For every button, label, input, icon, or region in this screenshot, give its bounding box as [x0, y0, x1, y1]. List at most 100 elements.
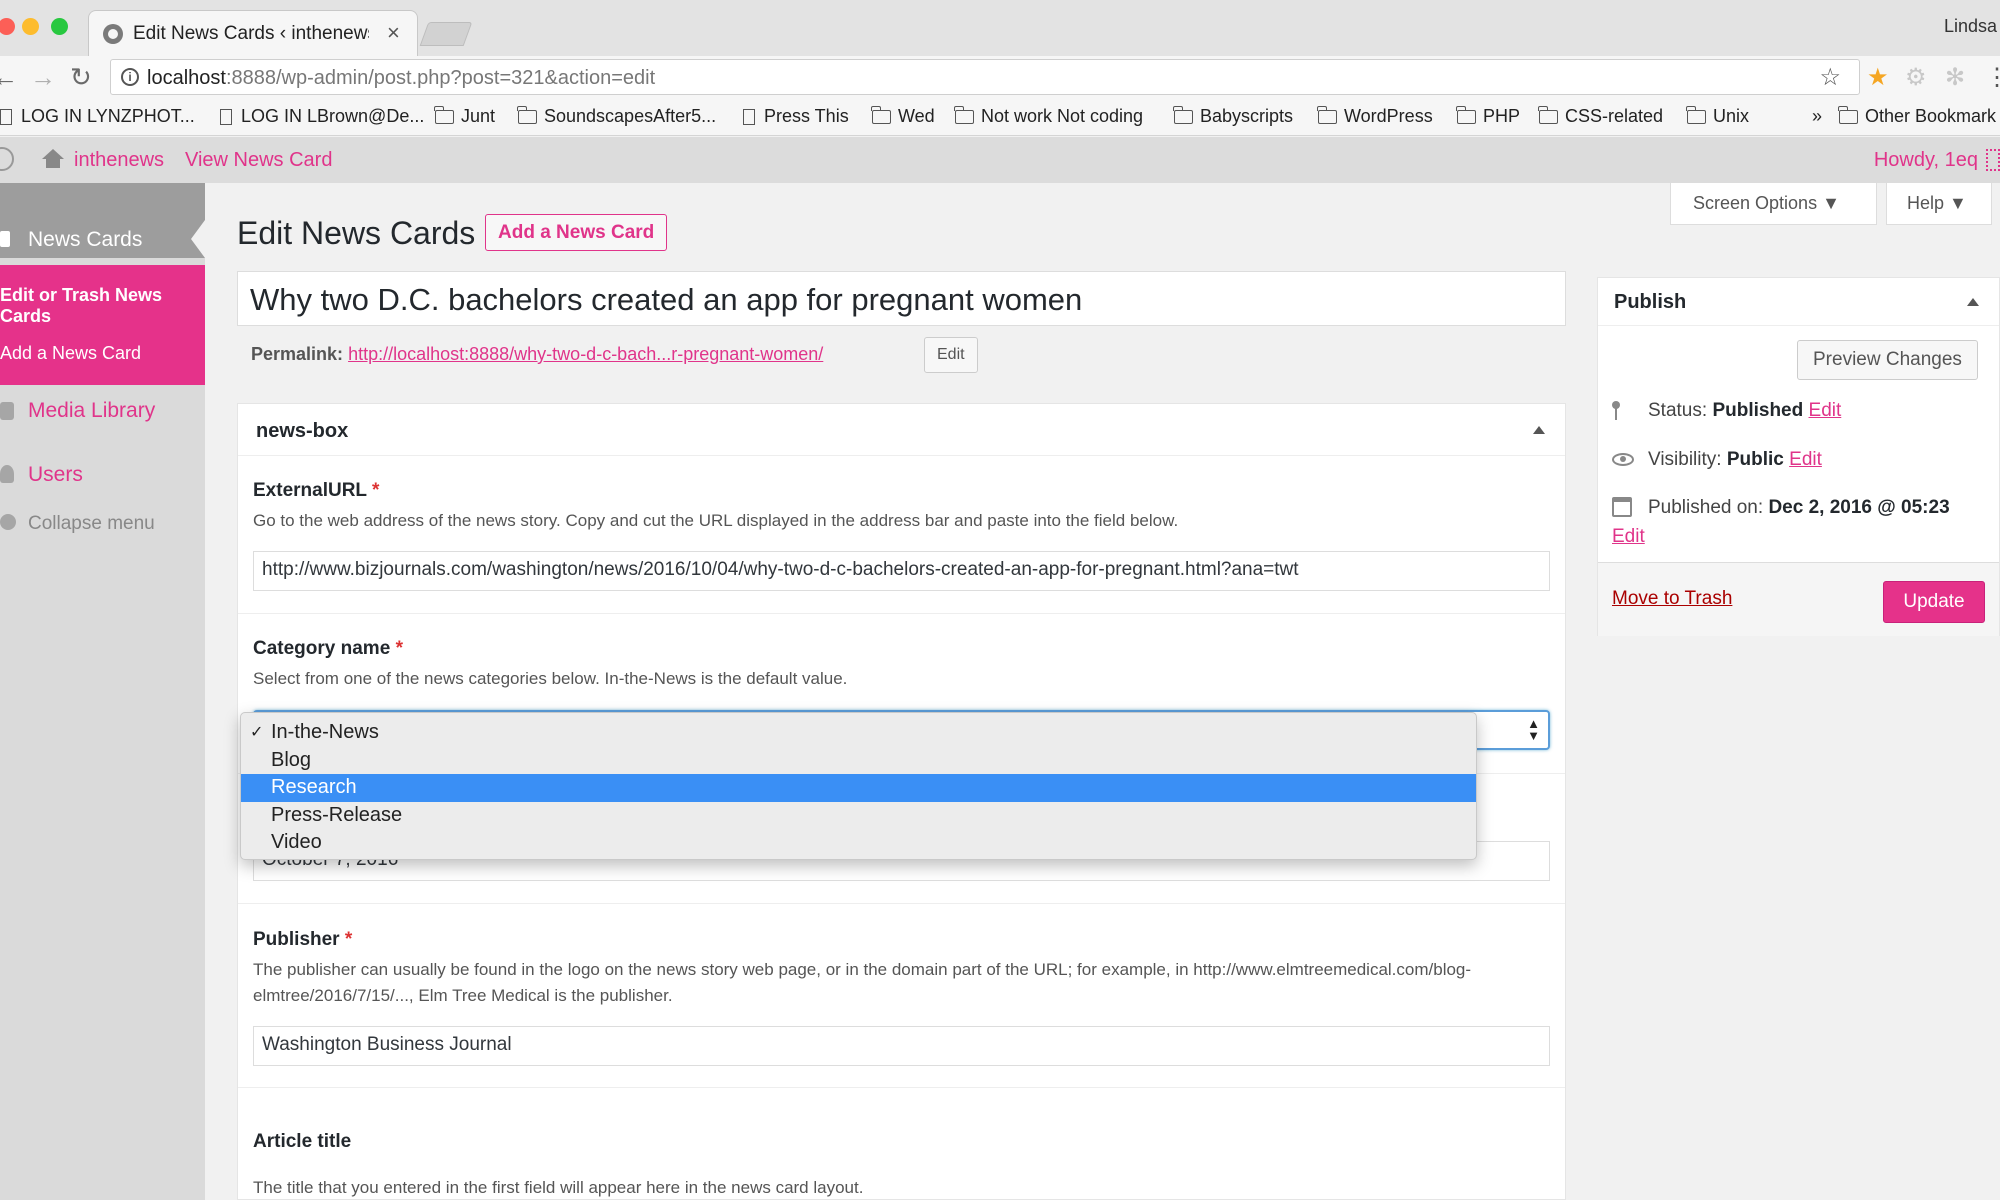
folder-icon: [1686, 105, 1706, 124]
permalink: Permalink: http://localhost:8888/why-two…: [251, 344, 824, 364]
bookmark-item[interactable]: CSS-related: [1538, 105, 1663, 127]
site-name-link[interactable]: inthenews: [74, 149, 164, 172]
address-bar[interactable]: i localhost:8888/wp-admin/post.php?post=…: [110, 59, 1860, 95]
eye-icon: [1612, 453, 1634, 466]
calendar-icon: [1612, 497, 1632, 517]
bookmark-item[interactable]: Press This: [743, 106, 849, 127]
browser-menu-icon[interactable]: ⋮: [1985, 63, 2000, 92]
new-tab-button[interactable]: [419, 22, 473, 46]
external-url-input[interactable]: http://www.bizjournals.com/washington/ne…: [253, 551, 1550, 591]
back-arrow-icon[interactable]: ←: [0, 62, 18, 93]
publish-actions: Move to Trash Update: [1598, 562, 1999, 636]
category-option-video[interactable]: Video: [241, 829, 1476, 857]
external-url-label: ExternalURL *: [253, 480, 380, 501]
publish-panel: Publish Preview Changes Status: Publishe…: [1597, 277, 2000, 636]
add-news-card-button[interactable]: Add a News Card: [485, 214, 668, 251]
folder-icon: [517, 105, 537, 124]
bookmark-item[interactable]: Babyscripts: [1173, 105, 1293, 127]
minimize-window-button[interactable]: [22, 18, 39, 35]
extension-snowflake-icon[interactable]: ✻: [1945, 63, 1965, 92]
extension-gear-icon[interactable]: ⚙: [1905, 63, 1927, 92]
divider: [238, 1087, 1565, 1088]
permalink-url[interactable]: http://localhost:8888/why-two-d-c-bach..…: [348, 344, 823, 364]
category-option-press-release[interactable]: Press-Release: [241, 802, 1476, 830]
home-icon[interactable]: [42, 149, 64, 168]
page-title: Edit News Cards: [237, 215, 476, 251]
collapse-icon[interactable]: [0, 514, 16, 530]
folder-icon: [871, 105, 891, 124]
bookmark-item[interactable]: Not work Not coding: [954, 105, 1143, 127]
sidebar-item-media-library[interactable]: Media Library: [28, 399, 155, 423]
bookmark-star-icon[interactable]: ☆: [1819, 63, 1841, 92]
divider: [238, 613, 1565, 614]
published-on-edit-link[interactable]: Edit: [1612, 526, 1645, 548]
sidebar-item-news-cards[interactable]: News Cards: [0, 183, 205, 258]
howdy-user[interactable]: Howdy, 1eq: [1874, 149, 1978, 172]
category-dropdown-list: ✓ In-the-News Blog Research Press-Release…: [240, 712, 1477, 860]
checkmark-icon: ✓: [250, 724, 264, 741]
category-option-in-the-news[interactable]: ✓ In-the-News: [241, 719, 1476, 747]
publish-title: Publish: [1614, 291, 1687, 313]
wordpress-logo-icon[interactable]: [0, 147, 14, 171]
page-icon: [220, 108, 232, 125]
publisher-input[interactable]: Washington Business Journal: [253, 1026, 1550, 1066]
publisher-label: Publisher *: [253, 929, 353, 950]
view-news-card-link[interactable]: View News Card: [185, 149, 332, 172]
collapse-panel-icon[interactable]: [1967, 298, 1979, 306]
sidebar-item-users[interactable]: Users: [28, 463, 83, 487]
bookmark-item[interactable]: LOG IN LBrown@De...: [220, 106, 424, 127]
folder-icon: [1838, 105, 1858, 124]
screen-options-button[interactable]: Screen Options ▼: [1670, 183, 1877, 225]
bookmarks-overflow-button[interactable]: »: [1812, 106, 1822, 127]
tab-title: Edit News Cards ‹ inthenews —: [133, 23, 369, 44]
news-box-header[interactable]: news-box: [238, 404, 1565, 456]
bookmarks-bar: LOG IN LYNZPHOT... LOG IN LBrown@De... J…: [0, 100, 2000, 136]
category-name-label: Category name *: [253, 638, 403, 659]
submenu-edit-or-trash[interactable]: Edit or Trash News Cards: [0, 285, 200, 327]
url-text: localhost:8888/wp-admin/post.php?post=32…: [147, 67, 656, 89]
category-option-research[interactable]: Research: [241, 774, 1476, 802]
publish-header[interactable]: Publish: [1598, 278, 1999, 326]
bookmark-item[interactable]: LOG IN LYNZPHOT...: [0, 106, 195, 127]
collapse-panel-icon[interactable]: [1533, 426, 1545, 434]
category-description: Select from one of the news categories b…: [253, 669, 848, 688]
bookmark-item[interactable]: SoundscapesAfter5...: [517, 105, 716, 127]
permalink-edit-button[interactable]: Edit: [924, 337, 978, 373]
profile-name[interactable]: Lindsa: [1944, 16, 2000, 37]
news-box-title: news-box: [256, 420, 349, 442]
preview-changes-button[interactable]: Preview Changes: [1797, 340, 1978, 380]
collapse-menu-button[interactable]: Collapse menu: [28, 513, 155, 535]
bookmark-item[interactable]: Wed: [871, 105, 935, 127]
post-title-input[interactable]: Why two D.C. bachelors created an app fo…: [237, 271, 1566, 326]
close-tab-icon[interactable]: ×: [387, 20, 400, 46]
pin-icon: [1612, 401, 1620, 420]
bookmark-item[interactable]: WordPress: [1317, 105, 1433, 127]
browser-tabstrip: Edit News Cards ‹ inthenews — × Lindsa: [0, 0, 2000, 56]
help-button[interactable]: Help ▼: [1886, 183, 1992, 225]
zoom-window-button[interactable]: [51, 18, 68, 35]
move-to-trash-link[interactable]: Move to Trash: [1612, 588, 1732, 610]
update-button[interactable]: Update: [1883, 581, 1985, 623]
info-icon[interactable]: i: [121, 68, 139, 86]
external-url-description: Go to the web address of the news story.…: [253, 511, 1179, 530]
bookmark-item[interactable]: Junt: [434, 105, 495, 127]
other-bookmarks[interactable]: Other Bookmark: [1838, 105, 1996, 127]
forward-arrow-icon[interactable]: →: [30, 62, 56, 93]
media-icon: [0, 402, 14, 420]
bookmark-item[interactable]: Unix: [1686, 105, 1749, 127]
visibility-edit-link[interactable]: Edit: [1789, 449, 1822, 470]
status-edit-link[interactable]: Edit: [1809, 400, 1842, 421]
avatar[interactable]: [1986, 149, 2000, 171]
sidebar-item-label: News Cards: [28, 228, 143, 251]
folder-icon: [954, 105, 974, 124]
close-window-button[interactable]: [0, 18, 15, 35]
submenu-add-news-card[interactable]: Add a News Card: [0, 343, 200, 364]
wordpress-favicon-icon: [103, 24, 123, 44]
publisher-description: The publisher can usually be found in th…: [253, 960, 1472, 1005]
browser-tab[interactable]: Edit News Cards ‹ inthenews — ×: [88, 10, 418, 56]
bookmark-item[interactable]: PHP: [1456, 105, 1520, 127]
reload-icon[interactable]: ↻: [70, 62, 92, 93]
extension-star-icon[interactable]: ★: [1867, 63, 1889, 92]
pin-icon: [0, 231, 10, 247]
category-option-blog[interactable]: Blog: [241, 747, 1476, 775]
